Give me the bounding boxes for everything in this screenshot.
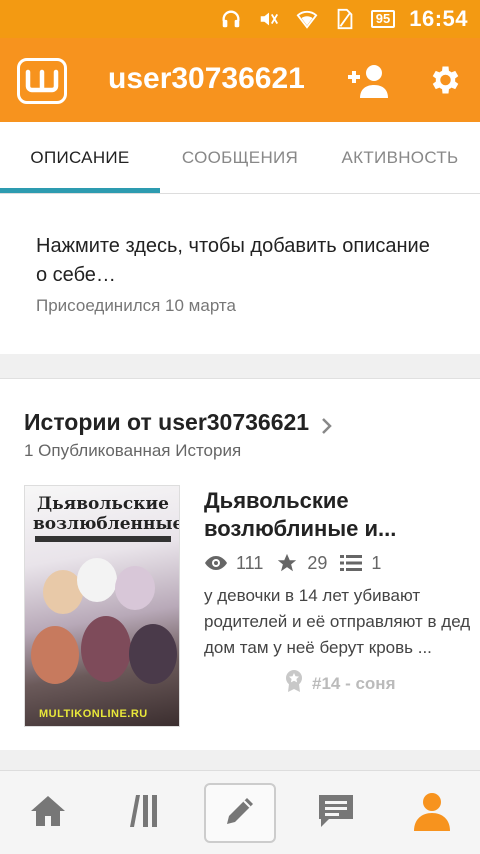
star-icon (275, 551, 299, 575)
joined-date: Присоединился 10 марта (36, 296, 236, 315)
bottom-navigation (0, 770, 480, 854)
votes-count: 29 (307, 552, 328, 573)
sim-icon (333, 7, 357, 31)
add-description-prompt[interactable]: Нажмите здесь, чтобы добавить описание о… (36, 232, 436, 290)
cover-figure (31, 626, 79, 684)
story-stats: 111 29 1 (204, 551, 393, 575)
cover-divider (35, 536, 171, 542)
tab-activity[interactable]: АКТИВНОСТЬ (320, 122, 480, 194)
nav-home[interactable] (12, 783, 84, 843)
headphones-icon (219, 7, 243, 31)
stories-section: Истории от user30736621 1 Опубликованная… (0, 378, 480, 750)
rank-label: #14 - соня (312, 673, 396, 693)
cover-figure (129, 624, 177, 684)
ribbon-badge-icon (284, 669, 304, 698)
list-icon (339, 551, 363, 575)
story-cover-image[interactable]: Дьявольские возлюбленные MULTIKONLINE.RU (24, 485, 180, 727)
story-description: у девочки в 14 лет убивают родителей и е… (204, 586, 471, 657)
profile-username: user30736621 (108, 62, 305, 95)
settings-gear-icon[interactable] (426, 62, 462, 98)
cover-figure (81, 616, 131, 682)
follow-user-icon[interactable] (346, 62, 390, 100)
wattpad-logo-icon[interactable] (17, 58, 67, 104)
description-card[interactable]: Нажмите здесь, чтобы добавить описание о… (0, 194, 480, 354)
parts-count: 1 (371, 552, 382, 573)
nav-write[interactable] (204, 783, 276, 843)
cover-figure (77, 558, 117, 602)
profile-tabs: ОПИСАНИЕ СООБЩЕНИЯ АКТИВНОСТЬ (0, 122, 480, 194)
app-bar: user30736621 (0, 38, 480, 122)
eye-icon (204, 551, 228, 575)
cover-title: Дьявольские возлюбленные (33, 494, 180, 534)
tab-description[interactable]: ОПИСАНИЕ (0, 122, 160, 194)
status-bar: 95 16:54 (0, 0, 480, 38)
clock: 16:54 (409, 6, 468, 31)
nav-profile[interactable] (396, 783, 468, 843)
stories-header[interactable]: Истории от user30736621 (24, 409, 333, 436)
wifi-icon (295, 7, 319, 31)
pencil-icon (223, 794, 257, 833)
profile-icon (412, 791, 452, 836)
published-count: 1 Опубликованная История (24, 441, 242, 460)
mute-icon (257, 7, 281, 31)
home-icon (29, 794, 67, 833)
story-rank: #14 - соня (284, 669, 396, 698)
battery-indicator: 95 (370, 10, 396, 28)
message-icon (317, 793, 355, 834)
library-icon (128, 793, 164, 834)
chevron-right-icon (321, 414, 333, 434)
stories-title: Истории от user30736621 (24, 409, 310, 435)
story-title[interactable]: Дьявольские возлюблиные и... (204, 487, 474, 543)
cover-watermark: MULTIKONLINE.RU (39, 708, 148, 720)
nav-library[interactable] (110, 783, 182, 843)
active-tab-indicator (0, 188, 160, 193)
tab-messages[interactable]: СООБЩЕНИЯ (160, 122, 320, 194)
nav-messages[interactable] (300, 783, 372, 843)
cover-figure (115, 566, 155, 610)
views-count: 111 (236, 552, 264, 573)
